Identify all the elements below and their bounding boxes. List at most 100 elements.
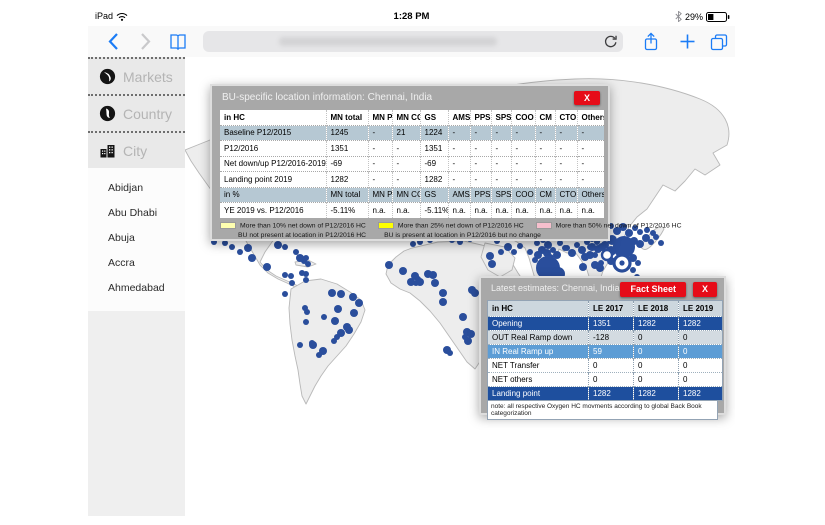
- sidebar-item-accra[interactable]: Accra: [88, 251, 185, 276]
- map-dot[interactable]: [293, 249, 299, 255]
- map-dot[interactable]: [410, 241, 416, 247]
- table-cell: 1282: [634, 317, 679, 331]
- map-dot[interactable]: [504, 243, 512, 251]
- map-dot[interactable]: [349, 293, 357, 301]
- map-dot[interactable]: [564, 245, 570, 251]
- map-dot[interactable]: [331, 317, 339, 325]
- map-dot[interactable]: [630, 267, 636, 273]
- map-dot[interactable]: [527, 249, 533, 255]
- map-dot[interactable]: [282, 272, 288, 278]
- map-dot[interactable]: [636, 240, 644, 248]
- map-dot[interactable]: [309, 340, 315, 346]
- bookmarks-button[interactable]: [167, 31, 189, 52]
- map-dot[interactable]: [581, 253, 589, 261]
- map-dot[interactable]: [439, 289, 447, 297]
- table-cell: 1282: [634, 387, 679, 401]
- map-dot[interactable]: [574, 242, 580, 248]
- map-dot[interactable]: [244, 244, 252, 252]
- map-dot[interactable]: [229, 244, 235, 250]
- map-dot[interactable]: [635, 260, 641, 266]
- sidebar-item-city[interactable]: City: [88, 131, 185, 168]
- back-button[interactable]: [102, 31, 124, 52]
- map-dot[interactable]: [345, 326, 353, 334]
- map-dot[interactable]: [355, 299, 363, 307]
- sidebar-item-abu-dhabi[interactable]: Abu Dhabi: [88, 201, 185, 226]
- map-dot[interactable]: [637, 229, 643, 235]
- map-dot[interactable]: [399, 267, 407, 275]
- share-button[interactable]: [640, 31, 662, 52]
- map-dot[interactable]: [303, 271, 309, 277]
- sidebar-item-markets[interactable]: Markets: [88, 57, 185, 94]
- tabs-button[interactable]: [708, 31, 730, 52]
- sidebar-item-abidjan[interactable]: Abidjan: [88, 176, 185, 201]
- map-dot[interactable]: [464, 337, 472, 345]
- map-dot[interactable]: [459, 313, 467, 321]
- map-dot[interactable]: [471, 289, 479, 297]
- map-dot[interactable]: [578, 246, 586, 254]
- map-dot-selected[interactable]: [602, 250, 612, 260]
- map-dot[interactable]: [263, 263, 271, 271]
- map-dot[interactable]: [650, 230, 656, 236]
- map-dot[interactable]: [429, 271, 437, 279]
- table-cell: P12/2016: [220, 141, 326, 157]
- table-cell: -: [577, 156, 604, 172]
- table-cell: 0: [679, 331, 723, 345]
- refresh-icon[interactable]: [603, 34, 618, 49]
- map-dot[interactable]: [328, 289, 336, 297]
- map-dot[interactable]: [350, 309, 358, 317]
- map-dot[interactable]: [303, 319, 309, 325]
- table-cell: 0: [634, 331, 679, 345]
- map-dot[interactable]: [625, 229, 633, 237]
- map-dot[interactable]: [289, 280, 295, 286]
- map-dot[interactable]: [316, 352, 322, 358]
- map-dot[interactable]: [532, 257, 538, 263]
- map-dot[interactable]: [588, 243, 596, 251]
- map-dot[interactable]: [568, 249, 576, 257]
- map-dot[interactable]: [467, 330, 475, 338]
- close-button[interactable]: X: [693, 282, 717, 297]
- map-dot[interactable]: [301, 258, 307, 264]
- map-dot[interactable]: [274, 241, 282, 249]
- sidebar-item-abuja[interactable]: Abuja: [88, 226, 185, 251]
- map-dot[interactable]: [511, 249, 517, 255]
- map-dot[interactable]: [334, 305, 342, 313]
- map-dot[interactable]: [303, 277, 309, 283]
- map-dot[interactable]: [337, 290, 345, 298]
- column-header: MN CC: [392, 110, 420, 125]
- map-dot[interactable]: [282, 291, 288, 297]
- map-dot[interactable]: [486, 252, 494, 260]
- map-dot[interactable]: [385, 261, 393, 269]
- table-cell: -: [470, 141, 491, 157]
- map-dot[interactable]: [282, 244, 288, 250]
- forward-button[interactable]: [135, 31, 157, 52]
- table-row: in %MN totalMN PMN CCGSAMSPPSSPSCOOCMCTO…: [220, 187, 604, 203]
- sidebar-item-country[interactable]: Country: [88, 94, 185, 131]
- close-button[interactable]: X: [574, 91, 600, 105]
- map-dot[interactable]: [248, 254, 256, 262]
- battery-icon: [706, 12, 730, 22]
- map-dot[interactable]: [331, 338, 337, 344]
- table-cell: NET Transfer: [488, 359, 589, 373]
- table-cell: n.a.: [535, 203, 555, 218]
- map-dot[interactable]: [321, 314, 327, 320]
- map-dot[interactable]: [447, 350, 453, 356]
- map-dot[interactable]: [658, 240, 664, 246]
- map-dot[interactable]: [498, 249, 504, 255]
- map-dot[interactable]: [288, 273, 294, 279]
- address-bar[interactable]: [203, 31, 623, 52]
- new-tab-button[interactable]: [676, 31, 698, 52]
- map-dot[interactable]: [648, 239, 654, 245]
- map-dot[interactable]: [596, 264, 604, 272]
- table-cell: n.a.: [491, 203, 511, 218]
- map-dot[interactable]: [304, 309, 310, 315]
- map-dot[interactable]: [297, 342, 303, 348]
- map-dot[interactable]: [579, 263, 587, 271]
- map-dot[interactable]: [439, 298, 447, 306]
- map-dot[interactable]: [413, 280, 419, 286]
- map-dot[interactable]: [517, 243, 523, 249]
- map-dot[interactable]: [237, 249, 243, 255]
- sidebar-item-ahmedabad[interactable]: Ahmedabad: [88, 276, 185, 301]
- fact-sheet-button[interactable]: Fact Sheet: [620, 282, 686, 297]
- map-dot[interactable]: [488, 260, 496, 268]
- map-dot[interactable]: [431, 279, 439, 287]
